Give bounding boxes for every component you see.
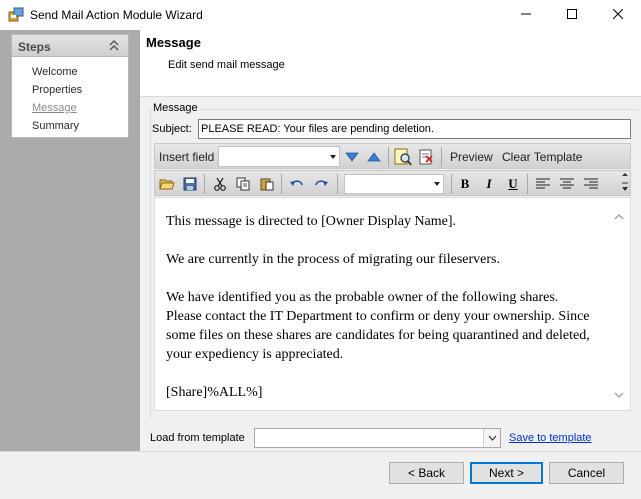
chevron-down-icon [488, 435, 496, 441]
double-chevron-up-icon[interactable] [108, 39, 120, 53]
body-paragraph: This message is directed to [Owner Displ… [166, 214, 457, 229]
toolbar-separator [441, 147, 442, 167]
step-message: Message [32, 102, 77, 114]
save-icon[interactable] [180, 174, 200, 194]
paste-icon[interactable] [257, 174, 277, 194]
next-button[interactable]: Next > [470, 462, 543, 484]
arrow-up-icon[interactable] [364, 147, 384, 167]
scroll-up-arrow[interactable] [614, 210, 624, 220]
page-subtitle: Edit send mail message [168, 59, 285, 71]
insert-field-dropdown[interactable] [218, 146, 340, 167]
align-center-icon[interactable] [557, 174, 577, 194]
toolbar-separator [388, 147, 389, 167]
toolbar-separator [527, 174, 528, 194]
copy-icon[interactable] [233, 174, 253, 194]
wizard-button-bar: < Back Next > Cancel [0, 451, 641, 499]
subject-label: Subject: [152, 123, 192, 135]
body-paragraph: We are currently in the process of migra… [166, 252, 500, 267]
toolbar-separator [281, 174, 282, 194]
body-paragraph: We have identified you as the probable o… [166, 290, 590, 362]
close-button[interactable] [595, 0, 641, 30]
undo-icon[interactable] [287, 174, 307, 194]
maximize-button[interactable] [549, 0, 595, 30]
delete-field-icon[interactable] [416, 147, 436, 167]
message-body-editor[interactable]: This message is directed to [Owner Displ… [154, 197, 631, 411]
step-summary: Summary [32, 120, 80, 132]
insert-field-toolbar: Insert field Preview Clear Template [154, 143, 631, 169]
underline-button[interactable]: U [503, 174, 523, 194]
message-body-text[interactable]: This message is directed to [Owner Displ… [166, 212, 596, 410]
insert-field-label: Insert field [159, 150, 215, 164]
arrow-down-icon[interactable] [342, 147, 362, 167]
template-dropdown[interactable] [254, 428, 501, 448]
toolbar-separator [337, 174, 338, 194]
message-group-label: Message [152, 102, 199, 114]
steps-panel: Steps Welcome Properties Message Summary [11, 34, 129, 138]
save-to-template-link[interactable]: Save to template [509, 432, 592, 444]
load-from-template-label: Load from template [150, 432, 245, 444]
body-paragraph: [Share]%ALL%] [166, 385, 263, 400]
chevron-down-icon [330, 155, 336, 159]
step-properties: Properties [32, 84, 83, 96]
back-button[interactable]: < Back [389, 462, 464, 484]
window-title: Send Mail Action Module Wizard [30, 8, 203, 22]
content-area: Message Subject: PLEASE READ: Your files… [140, 97, 641, 451]
clear-template-button[interactable]: Clear Template [502, 150, 582, 164]
page-title: Message [146, 35, 201, 50]
format-toolbar: B I U [154, 170, 631, 196]
minimize-icon [521, 8, 531, 22]
close-icon [612, 8, 624, 22]
font-dropdown[interactable] [344, 174, 444, 194]
find-field-icon[interactable] [393, 147, 413, 167]
cut-icon[interactable] [210, 174, 230, 194]
subject-input[interactable]: PLEASE READ: Your files are pending dele… [198, 119, 631, 139]
toolbar-overflow-icon[interactable] [621, 172, 629, 194]
minimize-button[interactable] [503, 0, 549, 30]
template-dropdown-button[interactable] [483, 429, 500, 447]
steps-pane: Steps Welcome Properties Message Summary [0, 30, 140, 451]
redo-icon[interactable] [311, 174, 331, 194]
italic-button[interactable]: I [479, 174, 499, 194]
toolbar-separator [204, 174, 205, 194]
steps-header-label: Steps [18, 40, 51, 54]
steps-header[interactable]: Steps [12, 35, 128, 57]
open-folder-icon[interactable] [157, 174, 177, 194]
align-left-icon[interactable] [533, 174, 553, 194]
wizard-app-icon [8, 7, 24, 23]
scroll-down-arrow[interactable] [614, 388, 624, 398]
align-right-icon[interactable] [581, 174, 601, 194]
preview-button[interactable]: Preview [450, 150, 493, 164]
step-welcome: Welcome [32, 66, 78, 78]
page-header: Message Edit send mail message [140, 30, 641, 96]
title-bar: Send Mail Action Module Wizard [0, 0, 641, 30]
bold-button[interactable]: B [455, 174, 475, 194]
maximize-icon [567, 8, 577, 22]
chevron-down-icon [434, 182, 440, 186]
cancel-button[interactable]: Cancel [549, 462, 624, 484]
toolbar-separator [451, 174, 452, 194]
